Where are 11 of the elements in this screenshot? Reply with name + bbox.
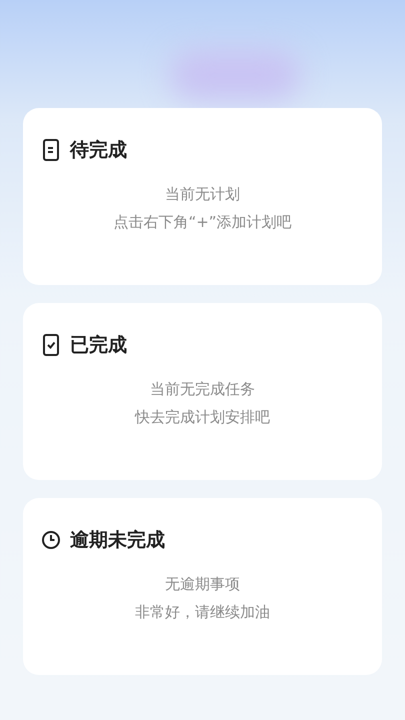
empty-message: 点击右下角“+”添加计划吧 bbox=[113, 212, 292, 233]
checklist-icon bbox=[41, 333, 61, 358]
empty-message: 无逾期事项 bbox=[165, 574, 240, 594]
section-title: 待完成 bbox=[70, 138, 127, 163]
empty-message: 当前无完成任务 bbox=[150, 378, 255, 400]
section-title: 逾期未完成 bbox=[70, 528, 165, 553]
empty-message: 当前无计划 bbox=[165, 184, 240, 204]
document-icon bbox=[41, 138, 61, 162]
empty-message: 非常好，请继续加油 bbox=[135, 602, 270, 623]
section-title: 已完成 bbox=[70, 333, 127, 358]
empty-message: 快去完成计划安排吧 bbox=[135, 407, 270, 428]
